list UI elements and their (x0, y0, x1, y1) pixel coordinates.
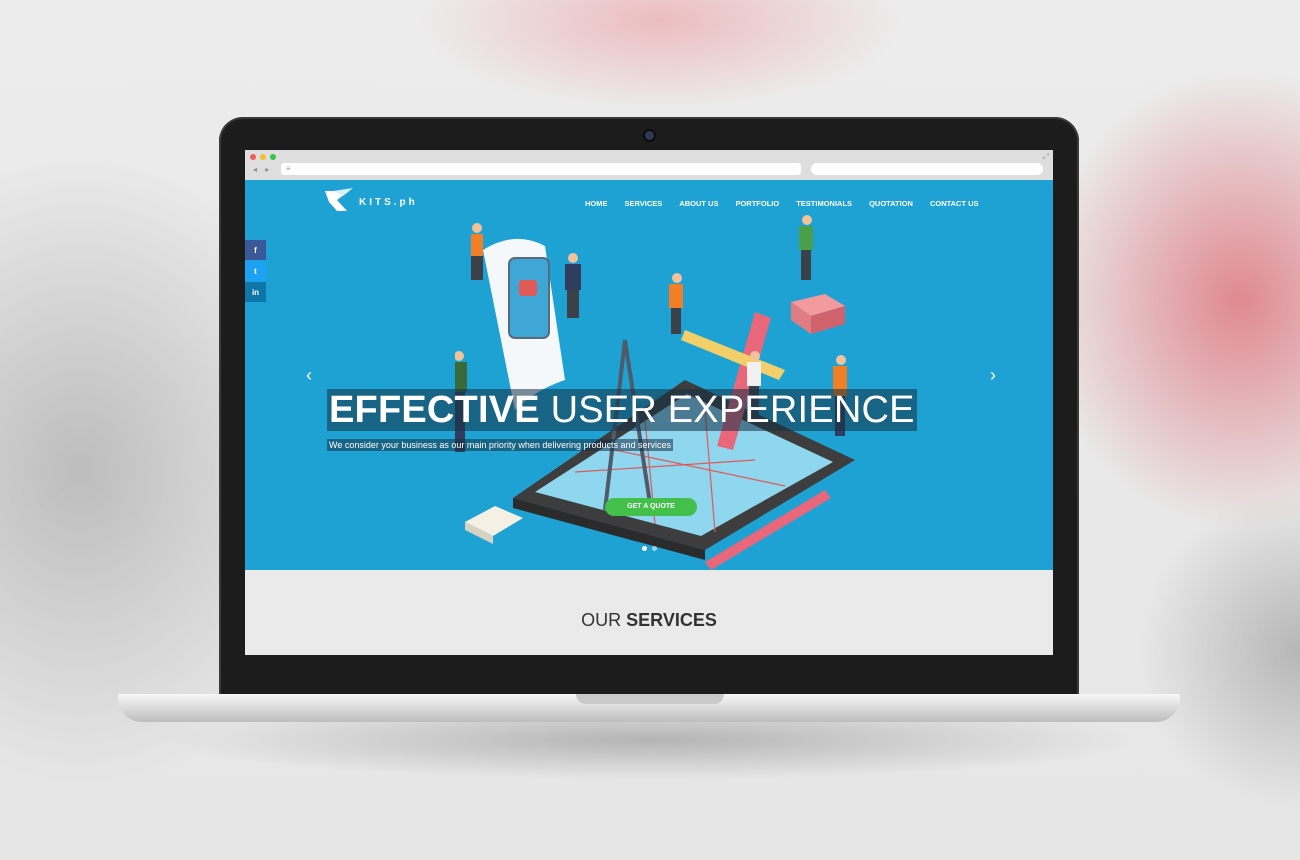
address-bar-menu-icon: ≡ (286, 164, 291, 173)
nav-testimonials[interactable]: TESTIMONIALS (796, 199, 852, 208)
close-window-button[interactable] (250, 154, 256, 160)
linkedin-icon[interactable]: in (245, 282, 266, 302)
nav-home[interactable]: HOME (585, 199, 608, 208)
nav-contact-us[interactable]: CONTACT US (930, 199, 979, 208)
maximize-window-button[interactable] (270, 154, 276, 160)
eraser-illustration (465, 506, 523, 544)
social-sidebar: f t in (245, 240, 266, 303)
laptop-screen: ◂ ▸ ≡ ⤢ KITS.ph HOME SERVICES ABOUT US P… (245, 150, 1053, 655)
services-section: OUR SERVICES (245, 570, 1053, 655)
hero-headline: EFFECTIVE USER EXPERIENCE (327, 389, 917, 431)
minimize-window-button[interactable] (260, 154, 266, 160)
ruler-illustration (681, 330, 785, 380)
fullscreen-icon[interactable]: ⤢ (1043, 152, 1049, 162)
twitter-icon[interactable]: t (245, 261, 266, 281)
carousel-next-arrow[interactable]: › (986, 365, 1000, 386)
address-bar[interactable]: ≡ (281, 163, 801, 175)
webcam (645, 131, 654, 140)
carousel-prev-arrow[interactable]: ‹ (302, 365, 316, 386)
carousel-dot-1[interactable] (642, 546, 647, 551)
carousel-dots (642, 546, 657, 551)
services-title: OUR SERVICES (245, 610, 1053, 631)
logo-text[interactable]: KITS.ph (359, 197, 418, 208)
nav-portfolio[interactable]: PORTFOLIO (735, 199, 779, 208)
nav-services[interactable]: SERVICES (625, 199, 663, 208)
services-title-bold: SERVICES (626, 610, 717, 630)
nav-quotation[interactable]: QUOTATION (869, 199, 913, 208)
main-nav: HOME SERVICES ABOUT US PORTFOLIO TESTIMO… (585, 199, 996, 208)
carousel-dot-2[interactable] (652, 546, 657, 551)
laptop-notch (576, 694, 724, 704)
facebook-icon[interactable]: f (245, 240, 266, 260)
get-a-quote-button[interactable]: GET A QUOTE (605, 498, 697, 516)
browser-nav-arrows[interactable]: ◂ ▸ (253, 165, 272, 174)
headline-bold: EFFECTIVE (329, 389, 540, 431)
services-title-light: OUR (581, 610, 622, 630)
browser-chrome: ◂ ▸ ≡ ⤢ (245, 150, 1053, 181)
hero-subline: We consider your business as our main pr… (327, 439, 673, 451)
nav-about-us[interactable]: ABOUT US (679, 199, 718, 208)
headline-light: USER EXPERIENCE (550, 389, 915, 431)
paper-scroll-illustration (483, 238, 565, 410)
browser-search-field[interactable] (811, 163, 1043, 175)
sharpener-illustration (791, 294, 845, 334)
hero-slider: KITS.ph HOME SERVICES ABOUT US PORTFOLIO… (245, 180, 1053, 570)
